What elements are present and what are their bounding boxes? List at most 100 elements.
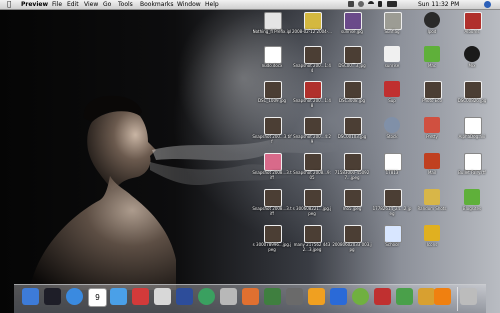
dock-torrent-icon[interactable] [352, 288, 369, 305]
dock-ical-icon[interactable]: 9 [88, 288, 107, 307]
desktop-icon[interactable]: Snapshot 200...3.tiff [252, 117, 292, 153]
spotlight-search-icon[interactable] [484, 1, 491, 8]
globe-icon [384, 117, 400, 133]
dock-preview-icon[interactable] [154, 288, 171, 305]
dock-time-machine-icon[interactable] [198, 288, 215, 305]
desktop-icon[interactable]: Random Shots [417, 189, 447, 225]
desktop-icon[interactable]: sunrise [378, 46, 406, 82]
desktop-icon-label: Bullet Fairy.rtf [458, 170, 486, 175]
desktop-icon[interactable]: 2008-02-12 2004-... [292, 12, 332, 48]
desktop-icon[interactable]: DSC00826.jpg [458, 81, 486, 117]
desktop-icon[interactable]: Snapshot 2008...3.tiff [252, 153, 292, 189]
dock-system-preferences-icon[interactable] [220, 288, 237, 305]
desktop-icon[interactable]: Sunflag [378, 12, 406, 48]
desktop-icon[interactable]: s 300078996...jpg.jpeg [253, 225, 291, 261]
desktop-icon[interactable]: Mac [418, 46, 446, 82]
desktop-icon[interactable]: Nothing_fl Prefix.ipl [253, 12, 291, 48]
image-thumbnail-icon [344, 153, 362, 171]
desktop-icon-label: Sunflag [384, 29, 400, 34]
menu-edit[interactable]: Edit [67, 0, 79, 9]
dock-finder-icon[interactable] [22, 288, 39, 305]
dock-transmission-icon[interactable] [374, 288, 391, 305]
desktop-icon-label: Photo Eco [422, 98, 442, 103]
desktop-icon[interactable]: 17813 [378, 153, 406, 189]
desktop-icon[interactable]: Blogsites [458, 189, 486, 225]
image-thumbnail-icon [304, 153, 322, 171]
desktop-icon[interactable]: Snapshot 2008...9:05 [293, 153, 331, 189]
desktop-icon-label: s 300608221...jpg.jpeg [292, 206, 332, 216]
desktop-icon[interactable]: AlphaDog.avi [458, 117, 486, 153]
desktop-icon[interactable]: sunrise.jpg [338, 12, 366, 48]
desktop-icon[interactable]: Albums [458, 12, 486, 48]
desktop-icon[interactable]: Pretty [418, 117, 446, 153]
desktop-icon-label: Snapshot 2008...3.tiff [252, 206, 292, 216]
dock-photo-booth-icon[interactable] [132, 288, 149, 305]
volume-icon[interactable] [378, 1, 382, 7]
app-menu[interactable]: Preview [21, 0, 48, 9]
desktop-icon-label: 20080602033 003.jpg [332, 242, 372, 252]
desktop-icon[interactable]: 20080602033 003.jpg [332, 225, 372, 261]
menu-help[interactable]: Help [205, 0, 219, 9]
desktop-icon[interactable]: Mix [458, 46, 486, 82]
dock-safari-icon[interactable] [66, 288, 83, 305]
desktop-icon[interactable]: Icons [418, 225, 446, 261]
ipod-icon [424, 12, 440, 28]
airport-wifi-icon[interactable] [368, 1, 374, 7]
desktop-icon[interactable]: DSC00103.jpg [338, 117, 366, 153]
menu-view[interactable]: View [84, 0, 98, 9]
desktop-icon[interactable]: Snapshot 2008...3.tiff [252, 189, 292, 225]
clock[interactable]: Sun 11:32 PM [418, 0, 459, 9]
desktop-icon[interactable]: Sup [378, 81, 406, 117]
bluetooth-icon[interactable] [348, 1, 354, 7]
image-thumbnail-icon [264, 189, 282, 207]
desktop-icon[interactable]: many 217562 4432...3.jpeg [294, 225, 330, 261]
dock-dashboard-icon[interactable] [44, 288, 61, 305]
desktop-icon[interactable]: s 300608221...jpg.jpeg [293, 189, 331, 225]
battery-icon[interactable] [387, 1, 397, 7]
desktop-icon[interactable]: Mail [418, 153, 446, 189]
image-thumbnail-icon [464, 81, 482, 99]
dock-itunes-icon[interactable] [110, 288, 127, 305]
menu-file[interactable]: File [52, 0, 62, 9]
desktop-icon[interactable]: DSC00...3.jpg [338, 46, 366, 82]
image-thumbnail-icon [304, 12, 322, 30]
desktop-icon[interactable]: Ipod [418, 12, 446, 48]
menu-go[interactable]: Go [103, 0, 111, 9]
desktop-icon[interactable]: DSC_1009.jpg [258, 81, 286, 117]
dock-trash-icon[interactable] [460, 288, 477, 305]
desktop-icon[interactable]: DSC3008.jpg [338, 81, 366, 117]
dock-adium-icon[interactable] [264, 288, 281, 305]
image-thumbnail-icon [264, 225, 282, 243]
desktop-icon[interactable]: 17782614_24...2.jpeg [373, 189, 411, 225]
dock-cyberduck-icon[interactable] [418, 288, 435, 305]
desktop-icon[interactable]: Photo Eco [418, 81, 446, 117]
green-bug-icon [464, 189, 480, 205]
desktop-icon[interactable]: School [378, 225, 406, 261]
menu-bookmarks[interactable]: Bookmarks [140, 0, 174, 9]
dock-vlc-icon[interactable] [434, 288, 451, 305]
apple-menu-icon[interactable]:  [7, 0, 11, 9]
dock-dictionary-icon[interactable] [286, 288, 303, 305]
desktop-icon[interactable]: Stock [378, 117, 406, 153]
desktop-icon[interactable]: Bullet Fairy.rtf [458, 153, 486, 189]
desktop-icon-label: Icons [426, 242, 438, 247]
menu-tools[interactable]: Tools [118, 0, 133, 9]
dock-garage-icon[interactable] [308, 288, 325, 305]
desktop-icon-label: Snapshot 2008...9:05 [293, 170, 331, 180]
dock-spaces-icon[interactable] [176, 288, 193, 305]
dock-vlc-chat-icon[interactable] [242, 288, 259, 305]
desktop-icon[interactable]: 71583000-450927...jpeg [335, 153, 369, 189]
image-thumbnail-icon [464, 12, 482, 30]
desktop-icon[interactable]: Snapshot 200...1:44 [293, 46, 331, 82]
menu-window[interactable]: Window [177, 0, 201, 9]
desktop-icon-label: School [385, 242, 399, 247]
dock-audio-hijack-icon[interactable] [330, 288, 347, 305]
desktop-icon-label: Ipod [427, 29, 437, 34]
desktop-icon[interactable]: Snapshot 200...1:48 [293, 81, 331, 117]
desktop-icon[interactable]: nudo.docx [258, 46, 286, 82]
desktop-icon[interactable]: Snapshot 200...4:29 [293, 117, 331, 153]
dock-utorrent-icon[interactable] [396, 288, 413, 305]
menu-bar:  Preview File Edit View Go Tools Bookma… [0, 0, 500, 10]
desktop-icon[interactable]: mo5.jpeg [338, 189, 366, 225]
timemachine-icon[interactable] [358, 1, 364, 7]
